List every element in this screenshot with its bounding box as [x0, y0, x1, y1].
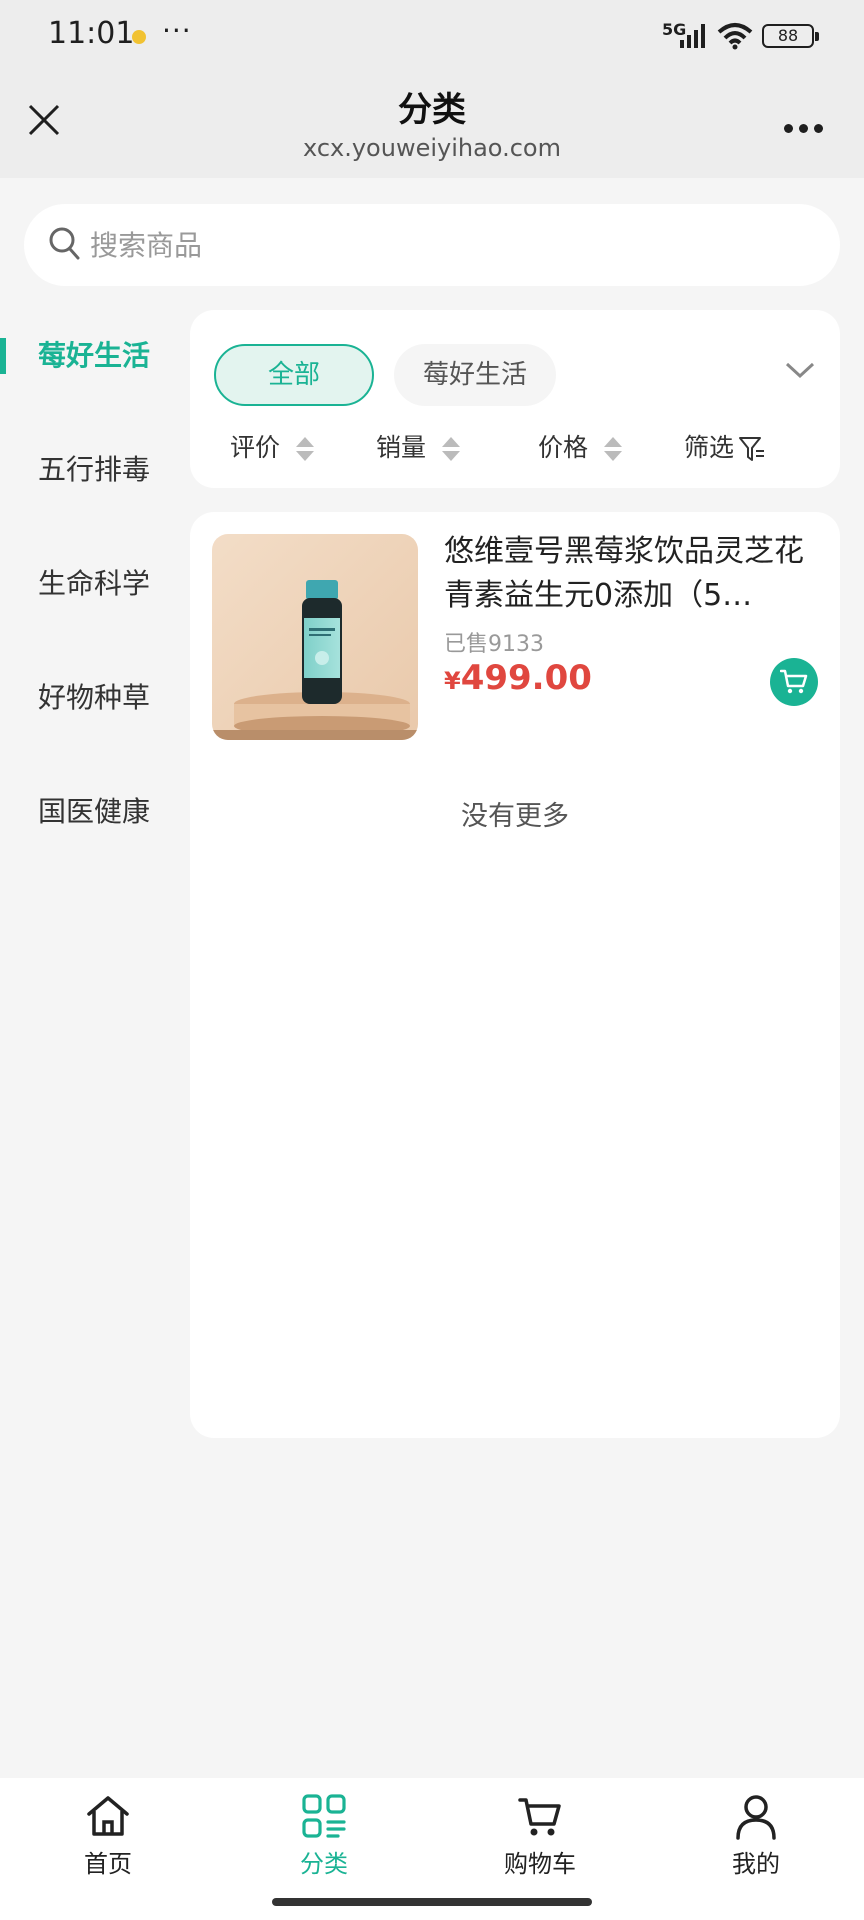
sort-arrows-icon	[440, 435, 461, 463]
sidebar-item-wuxing-detox[interactable]: 五行排毒	[0, 430, 188, 510]
product-sold-count: 已售9133	[444, 632, 544, 657]
signal-icon	[680, 24, 705, 48]
battery-icon: 88	[762, 24, 819, 48]
search-icon	[49, 227, 80, 260]
wifi-icon	[717, 23, 753, 50]
more-menu-button[interactable]	[784, 118, 829, 137]
page-title: 分类	[398, 90, 466, 130]
tab-category[interactable]: 分类	[264, 1792, 384, 1879]
home-icon	[87, 1796, 129, 1836]
chevron-down-icon[interactable]	[784, 360, 816, 380]
sort-arrows-icon	[602, 435, 623, 463]
sidebar-item-good-finds[interactable]: 好物种草	[0, 658, 188, 738]
cart-icon	[780, 669, 808, 694]
price-currency: ¥	[444, 667, 461, 695]
sort-sales-label: 销量	[376, 433, 427, 462]
page-url: xcx.youweiyihao.com	[303, 134, 561, 162]
tab-profile-label: 我的	[732, 1850, 780, 1878]
filter-panel: 全部 莓好生活 评价 销量 价格 筛选	[190, 310, 840, 488]
product-image[interactable]	[212, 534, 418, 740]
cart-icon	[518, 1798, 561, 1836]
sort-rating[interactable]: 评价	[230, 428, 315, 468]
sidebar-item-label: 五行排毒	[37, 453, 150, 486]
sidebar-item-label: 国医健康	[37, 795, 150, 828]
active-indicator	[0, 338, 6, 374]
chip-meihao-life[interactable]: 莓好生活	[394, 344, 556, 406]
sidebar-item-meihao-life[interactable]: 莓好生活	[0, 316, 188, 396]
filter-label: 筛选	[684, 433, 735, 462]
notification-icon	[132, 30, 146, 44]
category-sidebar: 莓好生活 五行排毒 生命科学 好物种草 国医健康	[0, 310, 188, 1778]
add-to-cart-button[interactable]	[770, 658, 818, 706]
product-title[interactable]: 悠维壹号黑莓浆饮品灵芝花青素益生元0添加（5…	[444, 530, 820, 618]
more-dot-icon	[799, 124, 808, 133]
tab-home-label: 首页	[84, 1850, 132, 1878]
more-dot-icon	[784, 124, 793, 133]
more-dot-icon	[814, 124, 823, 133]
price-value: 499.00	[460, 658, 592, 698]
category-icon	[302, 1794, 346, 1838]
sidebar-item-label: 生命科学	[37, 567, 150, 600]
tab-category-label: 分类	[300, 1850, 348, 1878]
sort-sales[interactable]: 销量	[376, 428, 461, 468]
sidebar-item-life-science[interactable]: 生命科学	[0, 544, 188, 624]
no-more-text: 没有更多	[461, 801, 569, 832]
sort-arrows-icon	[294, 435, 315, 463]
filter-button[interactable]: 筛选	[684, 428, 766, 468]
tab-cart-label: 购物车	[504, 1850, 576, 1878]
chip-all[interactable]: 全部	[214, 344, 374, 406]
home-indicator	[272, 1898, 592, 1906]
sidebar-item-tcm-health[interactable]: 国医健康	[0, 772, 188, 852]
tab-home[interactable]: 首页	[48, 1792, 168, 1879]
status-time: 11:01	[48, 16, 135, 51]
nav-bar: 分类 xcx.youweiyihao.com	[0, 72, 864, 178]
tab-profile[interactable]: 我的	[696, 1792, 816, 1879]
search-bar[interactable]	[24, 204, 840, 286]
product-list: 悠维壹号黑莓浆饮品灵芝花青素益生元0添加（5… 已售9133 ¥499.00 没…	[190, 512, 840, 1438]
sort-price-label: 价格	[538, 433, 589, 462]
product-price: ¥499.00	[444, 658, 592, 698]
filter-icon	[739, 437, 765, 461]
sort-rating-label: 评价	[230, 433, 281, 462]
sidebar-item-label: 莓好生活	[37, 339, 150, 372]
status-bar: 11:01 ··· 5G 88	[0, 0, 864, 72]
sidebar-item-label: 好物种草	[37, 681, 150, 714]
user-icon	[736, 1795, 776, 1840]
search-input[interactable]	[90, 222, 790, 268]
sort-price[interactable]: 价格	[538, 428, 623, 468]
tab-cart[interactable]: 购物车	[480, 1792, 600, 1879]
more-notifications-icon: ···	[162, 14, 192, 47]
